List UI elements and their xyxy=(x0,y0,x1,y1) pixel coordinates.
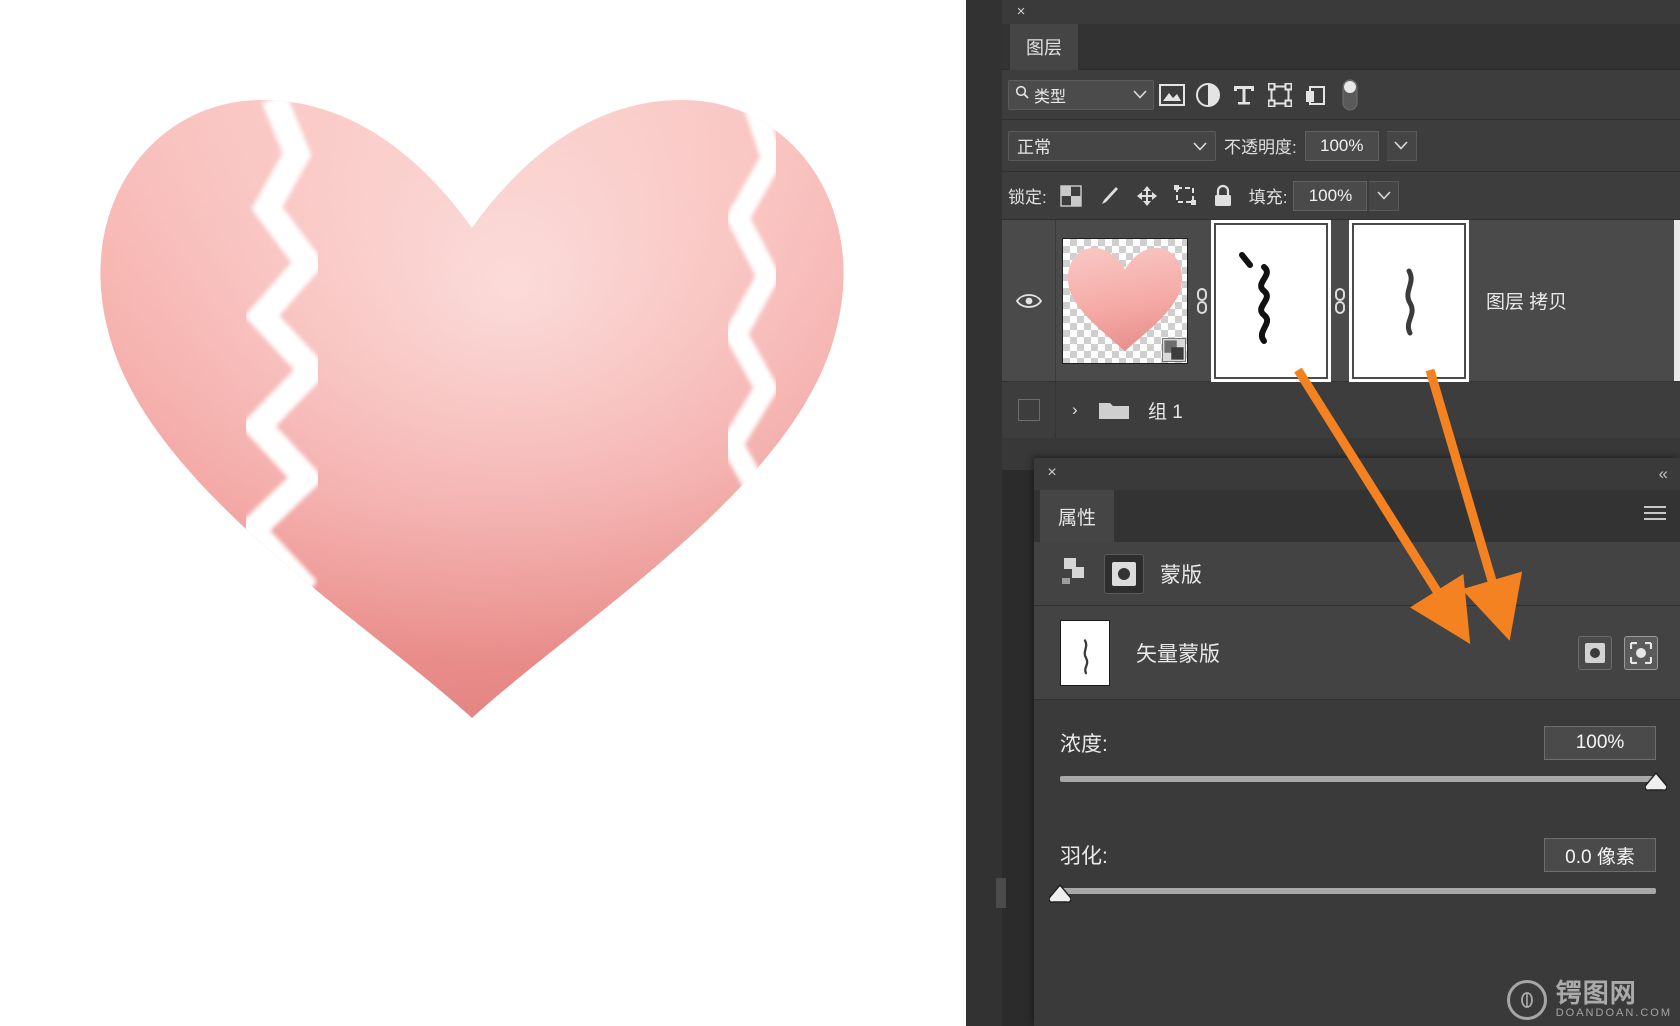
chevron-right-icon[interactable]: › xyxy=(1072,400,1098,420)
mask-link-icon[interactable] xyxy=(1188,287,1216,315)
group-name: 组 1 xyxy=(1148,401,1183,423)
fill-input[interactable]: 100% xyxy=(1293,180,1368,211)
layer-filter-type-select[interactable]: 类型 xyxy=(1008,79,1154,110)
watermark-en-text: DOANDOAN.COM xyxy=(1555,1007,1672,1019)
shape-layer-filter-icon[interactable] xyxy=(1262,78,1298,112)
feather-slider[interactable] xyxy=(1049,884,1656,903)
layers-panel-tabstrip: 图层 xyxy=(1002,24,1680,70)
watermark-cn-text: 锷图网 xyxy=(1555,978,1637,1008)
fill-label: 填充: xyxy=(1248,188,1288,207)
properties-panel-titlebar: × « xyxy=(1034,458,1680,490)
lock-fill-row: 锁定: 填充: 100% xyxy=(1002,172,1680,220)
panel-menu-icon[interactable] xyxy=(1644,506,1666,524)
tab-properties[interactable]: 属性 xyxy=(1040,490,1115,542)
opacity-input[interactable]: 100% xyxy=(1304,130,1379,161)
panel-dock-strip xyxy=(966,0,1002,1026)
density-input[interactable]: 100% xyxy=(1544,726,1656,760)
list-item[interactable]: › 组 1 xyxy=(1002,382,1680,438)
properties-header-title: 蒙版 xyxy=(1160,563,1202,587)
tab-layers[interactable]: 图层 xyxy=(1010,24,1078,70)
density-label: 浓度: xyxy=(1060,733,1108,756)
pixel-layer-filter-icon[interactable] xyxy=(1154,78,1190,112)
doandoan-logo-icon xyxy=(1506,980,1547,1020)
collapse-panel-icon[interactable]: « xyxy=(1659,464,1669,484)
layer-filter-row: 类型 xyxy=(1002,70,1680,120)
feather-slider-handle[interactable] xyxy=(1049,884,1071,904)
layers-panel: × 图层 类型 正常 不透明度: 100% 锁定: 填充: 100% 图层 拷贝… xyxy=(1002,0,1680,470)
smart-object-badge-icon xyxy=(1162,337,1186,362)
adjustment-layer-filter-icon[interactable] xyxy=(1190,78,1226,112)
density-slider-block: 浓度: 100% xyxy=(1034,700,1680,791)
feather-label: 羽化: xyxy=(1060,845,1108,868)
lock-image-pixels-icon[interactable] xyxy=(1091,179,1127,213)
watermark: 锷图网 DOANDOAN.COM xyxy=(1506,978,1672,1020)
opacity-stepper-chevron-down-icon[interactable] xyxy=(1386,130,1417,161)
opacity-label: 不透明度: xyxy=(1224,138,1297,157)
layer-mask-thumbnail[interactable] xyxy=(1211,219,1331,382)
layer-thumbnail[interactable] xyxy=(1062,237,1188,364)
chevron-down-icon xyxy=(1193,136,1207,156)
screenshot-root: × 图层 类型 正常 不透明度: 100% 锁定: 填充: 100% 图层 拷贝… xyxy=(0,0,1680,1026)
filter-toggle-switch[interactable] xyxy=(1340,78,1360,112)
vector-mask-thumbnail[interactable] xyxy=(1060,619,1110,686)
search-icon xyxy=(1015,85,1029,104)
dock-highlight xyxy=(996,878,1006,908)
chevron-down-icon xyxy=(1133,86,1147,104)
vector-mask-row: 矢量蒙版 xyxy=(1034,606,1680,700)
lock-transparent-pixels-icon[interactable] xyxy=(1053,179,1089,213)
properties-header-row: 蒙版 xyxy=(1034,542,1680,606)
lock-label: 锁定: xyxy=(1008,188,1047,207)
load-selection-from-mask-button[interactable] xyxy=(1578,635,1612,670)
attach-to-layer-icon[interactable] xyxy=(1060,556,1088,591)
selected-layer-indicator xyxy=(1674,220,1680,381)
fill-stepper-chevron-down-icon[interactable] xyxy=(1369,180,1400,211)
table-row[interactable]: 图层 拷贝 xyxy=(1002,219,1680,382)
blend-opacity-row: 正常 不透明度: 100% xyxy=(1002,120,1680,172)
broken-heart-artwork xyxy=(62,58,882,748)
apply-mask-button[interactable] xyxy=(1624,635,1658,670)
close-icon[interactable]: × xyxy=(1042,463,1062,483)
layer-list: 图层 拷贝 › 组 1 xyxy=(1002,219,1680,438)
mask-thumbnail-icon[interactable] xyxy=(1104,553,1144,594)
eye-icon[interactable] xyxy=(1002,220,1056,381)
properties-panel-tabstrip: 属性 xyxy=(1034,490,1680,542)
layer-name: 图层 拷贝 xyxy=(1486,292,1568,313)
vector-mask-label: 矢量蒙版 xyxy=(1136,642,1220,666)
lock-artboard-nesting-icon[interactable] xyxy=(1167,179,1203,213)
feather-input[interactable]: 0.0 像素 xyxy=(1544,838,1656,872)
vector-mask-thumbnail[interactable] xyxy=(1349,219,1469,382)
document-canvas[interactable] xyxy=(0,0,966,1026)
close-icon[interactable]: × xyxy=(1012,3,1030,21)
smart-object-filter-icon[interactable] xyxy=(1298,78,1334,112)
folder-icon xyxy=(1098,398,1136,422)
type-layer-filter-icon[interactable] xyxy=(1226,78,1262,112)
properties-panel: × « 属性 蒙版 矢量蒙版 浓度: 100% 羽化: 0.0 像素 锷图网 D… xyxy=(1034,458,1680,1026)
layer-filter-value: 类型 xyxy=(1034,88,1067,106)
blend-mode-value: 正常 xyxy=(1017,138,1051,157)
vector-mask-link-icon[interactable] xyxy=(1326,287,1354,315)
group-visibility-checkbox[interactable] xyxy=(1002,382,1056,438)
feather-slider-block: 羽化: 0.0 像素 xyxy=(1034,782,1680,903)
layers-panel-titlebar: × xyxy=(1002,0,1680,24)
lock-position-icon[interactable] xyxy=(1129,179,1165,213)
lock-all-icon[interactable] xyxy=(1205,179,1241,213)
blend-mode-select[interactable]: 正常 xyxy=(1008,130,1216,161)
